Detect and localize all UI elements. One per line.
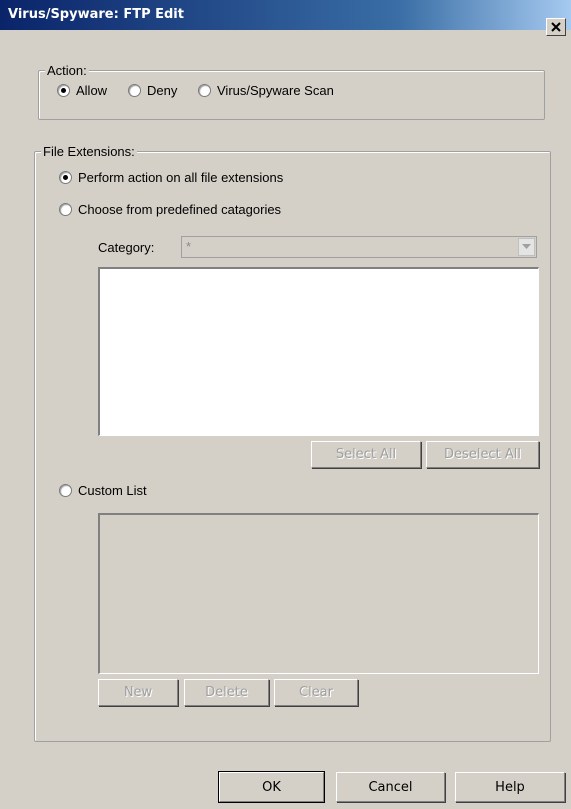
radio-deny[interactable]: Deny [128, 81, 177, 99]
radio-allow-label: Allow [76, 82, 108, 98]
radio-scan-button[interactable] [198, 83, 211, 97]
radio-deny-label: Deny [147, 82, 178, 98]
radio-predefined-categories[interactable]: Choose from predefined catagories [59, 200, 281, 218]
new-button[interactable]: New [98, 679, 178, 706]
ok-button[interactable]: OK [218, 771, 325, 803]
radio-predefined-label: Choose from predefined catagories [78, 201, 282, 217]
radio-all-extensions-label: Perform action on all file extensions [78, 169, 284, 185]
radio-scan-label: Virus/Spyware Scan [217, 82, 334, 98]
radio-scan[interactable]: Virus/Spyware Scan [198, 81, 334, 99]
action-legend: Action: [45, 63, 89, 78]
window-title: Virus/Spyware: FTP Edit [8, 7, 184, 22]
category-label: Category: [98, 240, 155, 255]
title-bar: Virus/Spyware: FTP Edit [0, 0, 571, 30]
file-extensions-legend: File Extensions: [41, 144, 137, 159]
cancel-button[interactable]: Cancel [336, 772, 445, 802]
category-extensions-list[interactable] [98, 267, 539, 436]
radio-custom-list-label: Custom List [78, 482, 147, 498]
category-value: * [186, 239, 192, 254]
radio-all-extensions-button[interactable] [59, 170, 72, 184]
radio-allow[interactable]: Allow [57, 81, 107, 99]
help-button[interactable]: Help [455, 772, 565, 802]
delete-button[interactable]: Delete [184, 679, 269, 706]
close-button[interactable] [546, 18, 566, 36]
clear-button[interactable]: Clear [274, 679, 358, 706]
category-select[interactable]: * [181, 236, 537, 258]
radio-all-extensions[interactable]: Perform action on all file extensions [59, 168, 283, 186]
custom-extensions-list[interactable] [98, 513, 539, 674]
radio-predefined-button[interactable] [59, 202, 72, 216]
chevron-down-icon [522, 244, 531, 249]
radio-allow-button[interactable] [57, 83, 70, 97]
deselect-all-button[interactable]: Deselect All [426, 441, 539, 468]
select-all-button[interactable]: Select All [311, 441, 421, 468]
close-icon [551, 22, 561, 32]
radio-deny-button[interactable] [128, 83, 141, 97]
category-dropdown-button[interactable] [518, 238, 535, 256]
radio-custom-list-button[interactable] [59, 483, 72, 497]
radio-custom-list[interactable]: Custom List [59, 481, 147, 499]
